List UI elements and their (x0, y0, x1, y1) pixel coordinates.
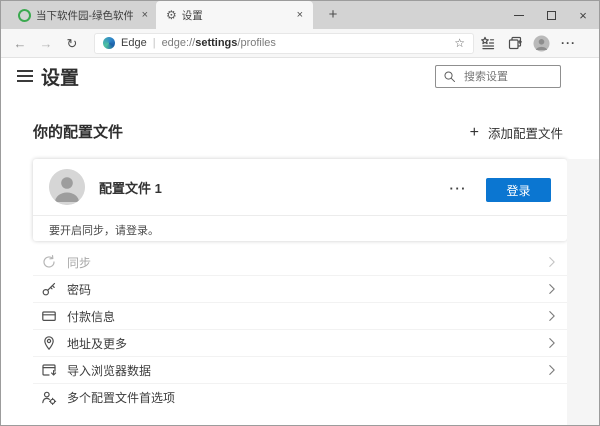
minimize-icon (514, 15, 524, 16)
browser-window: 当下软件园-绿色软件_最新绿色 × ⚙ 设置 × + × ← → ↻ Edge … (0, 0, 600, 426)
edge-logo-icon (103, 37, 115, 49)
page-title: 设置 (41, 63, 79, 90)
list-item-label: 同步 (67, 254, 91, 271)
new-tab-button[interactable]: + (321, 5, 345, 26)
list-item-label: 多个配置文件首选项 (67, 389, 175, 406)
chevron-right-icon (545, 336, 559, 350)
list-item-addresses[interactable]: 地址及更多 (33, 330, 567, 357)
list-item-sync: 同步 (33, 249, 567, 276)
tab-xiazaiba[interactable]: 当下软件园-绿色软件_最新绿色 × (9, 1, 156, 29)
maximize-button[interactable] (535, 1, 567, 29)
list-item-label: 付款信息 (67, 308, 115, 325)
tab-title: 设置 (182, 8, 288, 23)
settings-search-box[interactable] (435, 65, 561, 88)
minimize-button[interactable] (503, 1, 535, 29)
list-item-payment-info[interactable]: 付款信息 (33, 303, 567, 330)
profile-settings-list: 同步 密码 付款信息 地址及更多 (33, 249, 567, 411)
search-input[interactable] (462, 70, 546, 84)
key-icon (41, 281, 57, 297)
section-title: 你的配置文件 (33, 121, 123, 142)
address-site-label: Edge (121, 37, 147, 49)
settings-menu-toggle[interactable] (17, 70, 33, 85)
favorites-button[interactable] (474, 35, 501, 51)
profile-more-button[interactable]: ··· (450, 181, 468, 196)
plus-icon: + (470, 125, 479, 141)
hamburger-icon (17, 70, 33, 72)
list-item-label: 密码 (67, 281, 91, 298)
list-item-passwords[interactable]: 密码 (33, 276, 567, 303)
collections-icon (507, 35, 523, 51)
sign-in-button[interactable]: 登录 (486, 178, 551, 202)
page-background-strip (567, 159, 599, 425)
refresh-button[interactable]: ↻ (59, 37, 85, 50)
chevron-right-icon (545, 282, 559, 296)
site-favicon-icon (17, 8, 32, 23)
list-item-multiple-profile-preferences[interactable]: 多个配置文件首选项 (33, 384, 567, 411)
address-url-path: /profiles (237, 37, 276, 49)
chevron-right-icon (545, 309, 559, 323)
chevron-right-icon (545, 363, 559, 377)
collections-button[interactable] (501, 35, 528, 51)
add-profile-label: 添加配置文件 (488, 123, 563, 142)
close-window-button[interactable]: × (567, 1, 599, 29)
back-button[interactable]: ← (7, 37, 33, 50)
profile-name: 配置文件 1 (99, 178, 162, 197)
location-pin-icon (41, 335, 57, 351)
settings-menu-button[interactable]: ··· (555, 36, 582, 50)
browser-toolbar: ← → ↻ Edge | edge:// settings /profiles … (1, 29, 599, 58)
sync-hint-text: 要开启同步，请登录。 (33, 216, 567, 244)
avatar-icon (533, 35, 550, 52)
chevron-right-icon (545, 255, 559, 269)
tab-title: 当下软件园-绿色软件_最新绿色 (36, 8, 133, 23)
gear-icon: ⚙ (166, 9, 177, 21)
profile-avatar-button[interactable] (528, 35, 555, 52)
close-tab-icon[interactable]: × (138, 9, 152, 21)
list-item-label: 地址及更多 (67, 335, 127, 352)
window-controls: × (503, 1, 599, 29)
search-icon (443, 70, 456, 83)
profile-avatar (49, 169, 85, 205)
multiple-profiles-icon (41, 390, 57, 406)
tab-bar: 当下软件园-绿色软件_最新绿色 × ⚙ 设置 × + × (1, 1, 599, 30)
credit-card-icon (41, 308, 57, 324)
favorites-star-list-icon (480, 35, 496, 51)
address-url-scheme: edge:// (162, 37, 196, 49)
list-item-import-browser-data[interactable]: 导入浏览器数据 (33, 357, 567, 384)
forward-button[interactable]: → (33, 37, 59, 50)
close-icon: × (579, 9, 587, 22)
address-bar[interactable]: Edge | edge:// settings /profiles ☆ (94, 33, 474, 54)
import-data-icon (41, 362, 57, 378)
tab-settings[interactable]: ⚙ 设置 × (156, 1, 313, 29)
add-profile-button[interactable]: + 添加配置文件 (470, 123, 563, 142)
profile-card: 配置文件 1 ··· 登录 要开启同步，请登录。 (33, 159, 567, 241)
maximize-icon (547, 11, 556, 20)
list-item-label: 导入浏览器数据 (67, 362, 151, 379)
close-tab-icon[interactable]: × (293, 9, 307, 21)
address-divider: | (153, 37, 156, 49)
add-favorite-star-icon[interactable]: ☆ (454, 36, 465, 50)
ellipsis-icon: ··· (561, 36, 576, 50)
address-url-host: settings (195, 37, 237, 49)
sync-icon (41, 254, 57, 270)
avatar-person-icon (49, 169, 85, 205)
